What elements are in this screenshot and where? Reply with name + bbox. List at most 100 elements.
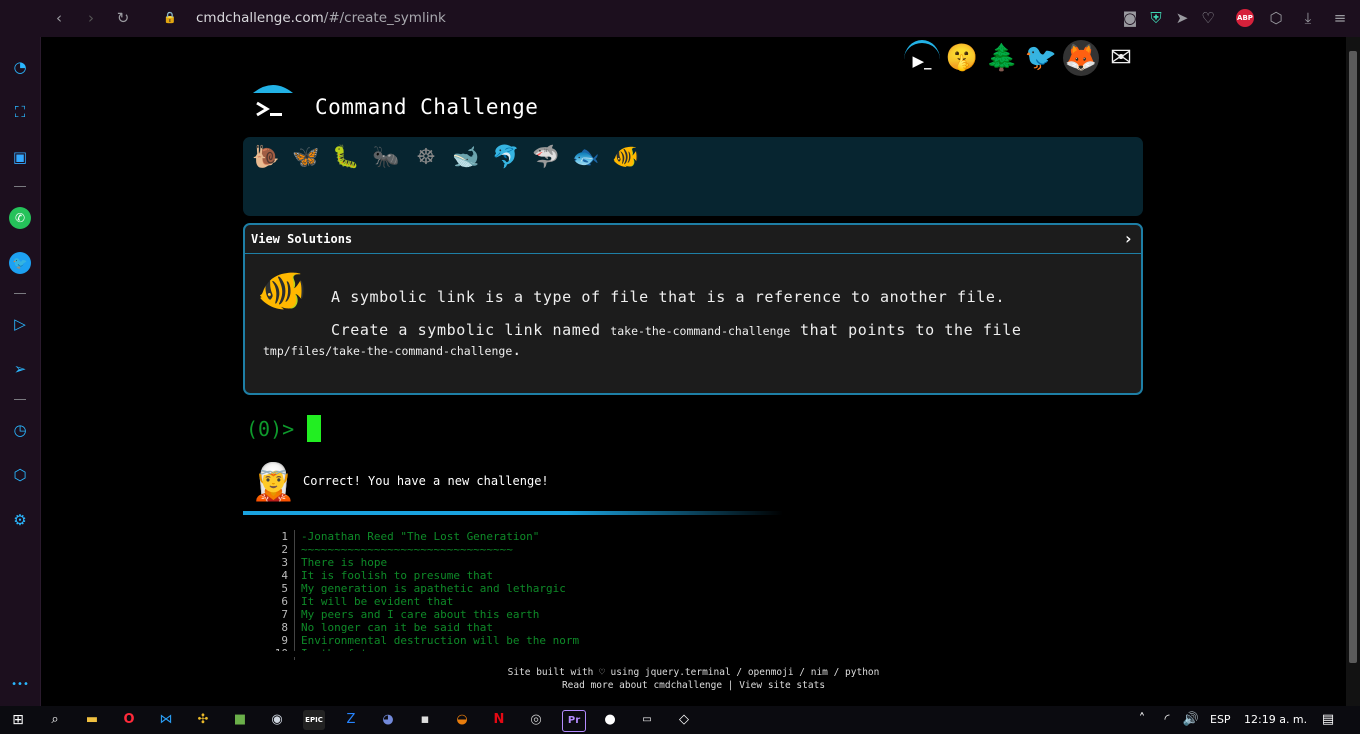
tropical-fish-icon[interactable]: 🐠 bbox=[611, 145, 641, 170]
language-indicator[interactable]: ESP bbox=[1210, 713, 1231, 726]
more-icon[interactable]: ••• bbox=[9, 674, 31, 696]
discord-icon[interactable]: ◕ bbox=[377, 710, 399, 730]
cmdchallenge-logo[interactable] bbox=[251, 83, 295, 127]
line-number: 3 bbox=[281, 556, 288, 569]
windows-start-icon[interactable]: ⊞ bbox=[7, 710, 29, 730]
slack-icon[interactable]: ✣ bbox=[192, 710, 214, 730]
task-text: . bbox=[512, 341, 522, 359]
line-text: ~~~~~~~~~~~~~~~~~~~~~~~~~~~~~~~~ bbox=[301, 543, 513, 556]
dolphin-icon[interactable]: 🐬 bbox=[491, 145, 521, 170]
footer-credits: Site built with ♡ using jquery.terminal … bbox=[507, 667, 880, 678]
history-icon[interactable]: ◷ bbox=[9, 419, 31, 441]
line-number: 8 bbox=[281, 621, 288, 634]
vscode-icon[interactable]: ⋈ bbox=[155, 710, 177, 730]
snail-icon[interactable]: 🐌 bbox=[251, 145, 281, 170]
butterfly-icon[interactable]: 🦋 bbox=[291, 145, 321, 170]
output-line: 1 -Jonathan Reed "The Lost Generation" bbox=[266, 530, 579, 543]
twitch-icon[interactable]: ▣ bbox=[9, 146, 31, 168]
netflix-icon[interactable]: N bbox=[488, 710, 510, 730]
premiere-icon[interactable]: Pr bbox=[562, 710, 586, 732]
twitter-icon[interactable]: 🐦 bbox=[9, 252, 31, 274]
challenge-panel: View Solutions › 🐠 A symbolic link is a … bbox=[243, 223, 1143, 395]
file-explorer-icon[interactable]: ▬ bbox=[81, 710, 103, 730]
line-number: 9 bbox=[281, 634, 288, 647]
scrollbar[interactable] bbox=[1346, 37, 1360, 706]
caterpillar-icon[interactable]: 🐛 bbox=[331, 145, 361, 170]
player-icon[interactable]: ▷ bbox=[9, 313, 31, 335]
send-icon[interactable]: ➤ bbox=[1171, 8, 1193, 28]
terminal-prompt: (0)> bbox=[246, 417, 295, 441]
line-text: Environmental destruction will be the no… bbox=[301, 634, 580, 647]
adblock-icon[interactable]: ABP bbox=[1236, 9, 1254, 27]
notifications-icon[interactable]: ▤ bbox=[1317, 710, 1339, 730]
wifi-icon[interactable]: ◜ bbox=[1156, 710, 1178, 730]
unity-icon[interactable]: ◇ bbox=[673, 710, 695, 730]
cmd-icon[interactable]: ▭ bbox=[636, 710, 658, 730]
line-text: My peers and I care about this earth bbox=[301, 608, 540, 621]
shush-face-icon[interactable]: 🤫 bbox=[944, 40, 980, 76]
output-line: 5 My generation is apathetic and lethargi… bbox=[266, 582, 579, 595]
volume-icon[interactable]: 🔊 bbox=[1180, 710, 1202, 730]
menu-icon[interactable]: ≡ bbox=[1329, 8, 1351, 28]
reload-icon[interactable]: ↻ bbox=[112, 8, 134, 28]
shark-icon[interactable]: 🦈 bbox=[531, 145, 561, 170]
email-icon[interactable]: ✉ bbox=[1103, 40, 1139, 76]
address-bar[interactable]: cmdchallenge.com/#/create_symlink bbox=[196, 10, 446, 26]
settings-icon[interactable]: ⚙ bbox=[9, 509, 31, 531]
twitter-icon[interactable]: 🐦 bbox=[1023, 40, 1059, 76]
task-code-link-name: take-the-command-challenge bbox=[610, 324, 791, 338]
blender-icon[interactable]: ◒ bbox=[451, 710, 473, 730]
line-gutter bbox=[294, 569, 295, 582]
browser-sidebar: ◔ ⛶ ▣ ✆ 🐦 ▷ ➢ ◷ ⬡ ⚙ ••• bbox=[0, 37, 41, 706]
cube-icon[interactable]: ⬡ bbox=[1265, 8, 1287, 28]
line-text: -Jonathan Reed "The Lost Generation" bbox=[301, 530, 540, 543]
clock[interactable]: 12:19 a. m. bbox=[1244, 713, 1307, 726]
speed-dial-icon[interactable]: ◔ bbox=[9, 56, 31, 78]
github-icon[interactable]: ● bbox=[599, 710, 621, 730]
send-icon[interactable]: ➢ bbox=[9, 358, 31, 380]
heart-icon[interactable]: ♡ bbox=[1197, 8, 1219, 28]
correct-message: Correct! You have a new challenge! bbox=[303, 474, 549, 488]
site-footer: Site built with ♡ using jquery.terminal … bbox=[41, 666, 1346, 692]
wheel-icon[interactable]: ☸ bbox=[411, 145, 441, 170]
whatsapp-icon[interactable]: ✆ bbox=[9, 207, 31, 229]
output-line: 2 ~~~~~~~~~~~~~~~~~~~~~~~~~~~~~~~~ bbox=[266, 543, 579, 556]
whale-icon[interactable]: 🐋 bbox=[451, 145, 481, 170]
chevron-right-icon[interactable]: › bbox=[1123, 229, 1133, 248]
opera-icon[interactable]: O bbox=[118, 710, 140, 730]
line-number: 4 bbox=[281, 569, 288, 582]
sourcetree-icon[interactable]: Z bbox=[340, 710, 362, 730]
minecraft-icon[interactable]: ■ bbox=[229, 710, 251, 730]
lock-icon[interactable]: 🔒 bbox=[159, 8, 181, 28]
chevron-up-icon[interactable]: ˄ bbox=[1131, 710, 1153, 730]
gitlab-icon[interactable]: 🦊 bbox=[1063, 40, 1099, 76]
footer-links[interactable]: Read more about cmdchallenge | View site… bbox=[41, 679, 1346, 692]
scrollbar-thumb[interactable] bbox=[1349, 51, 1357, 663]
camera-icon[interactable]: ◙ bbox=[1119, 8, 1141, 28]
epic-games-icon[interactable]: EPIC bbox=[303, 710, 325, 730]
url-path: /#/create_symlink bbox=[323, 10, 446, 26]
sidebar-divider bbox=[14, 186, 26, 187]
ant-icon[interactable]: 🐜 bbox=[371, 145, 401, 170]
terminal-app-icon[interactable]: ▪ bbox=[414, 710, 436, 730]
search-icon[interactable]: ⌕ bbox=[44, 710, 66, 730]
obs-icon[interactable]: ◎ bbox=[525, 710, 547, 730]
fish-icon[interactable]: 🐟 bbox=[571, 145, 601, 170]
output-line: 9 Environmental destruction will be the n… bbox=[266, 634, 579, 647]
bag-icon[interactable]: ⛶ bbox=[9, 101, 31, 123]
cube-icon[interactable]: ⬡ bbox=[9, 464, 31, 486]
terminal-input[interactable] bbox=[307, 415, 321, 442]
output-line: 3 There is hope bbox=[266, 556, 579, 569]
tree-icon[interactable]: 🌲 bbox=[984, 40, 1020, 76]
output-clip bbox=[251, 651, 651, 657]
cmdchallenge-icon[interactable]: ▶_ bbox=[904, 40, 940, 79]
line-number: 6 bbox=[281, 595, 288, 608]
output-line: 8 No longer can it be said that bbox=[266, 621, 579, 634]
steam-icon[interactable]: ◉ bbox=[266, 710, 288, 730]
forward-icon[interactable]: › bbox=[80, 8, 102, 28]
view-solutions-label: View Solutions bbox=[251, 232, 353, 246]
view-solutions-header[interactable]: View Solutions › bbox=[245, 225, 1141, 254]
download-icon[interactable]: ⤓ bbox=[1297, 8, 1319, 28]
shield-icon[interactable]: ⛨ bbox=[1145, 8, 1167, 28]
back-icon[interactable]: ‹ bbox=[48, 8, 70, 28]
